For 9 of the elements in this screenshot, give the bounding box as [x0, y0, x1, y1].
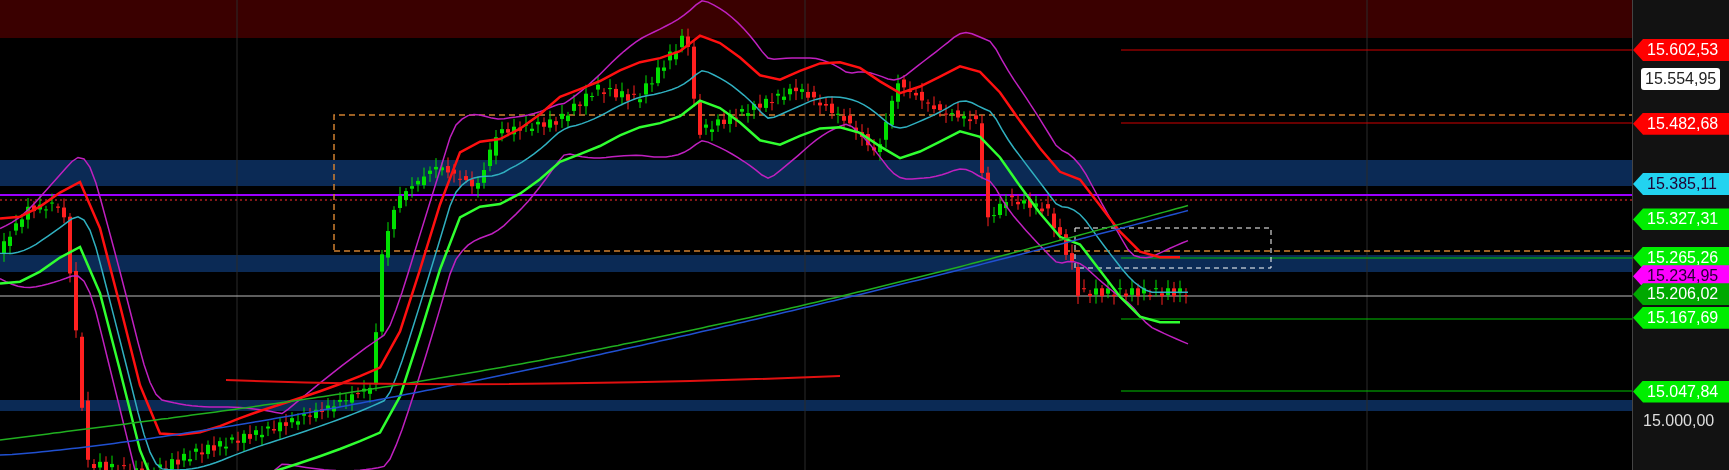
price-label: 15.167,69	[1633, 306, 1729, 329]
price-label: 15.206,02	[1633, 283, 1729, 306]
price-label: 15.047,84	[1633, 380, 1729, 403]
price-label: 15.602,53	[1633, 39, 1729, 61]
price-label: 15.482,68	[1633, 112, 1729, 135]
price-label: 15.000,00	[1643, 411, 1715, 432]
price-label: 15.554,95	[1641, 68, 1721, 91]
price-label: 15.385,11	[1633, 172, 1729, 195]
price-label: 15.327,31	[1633, 208, 1729, 231]
